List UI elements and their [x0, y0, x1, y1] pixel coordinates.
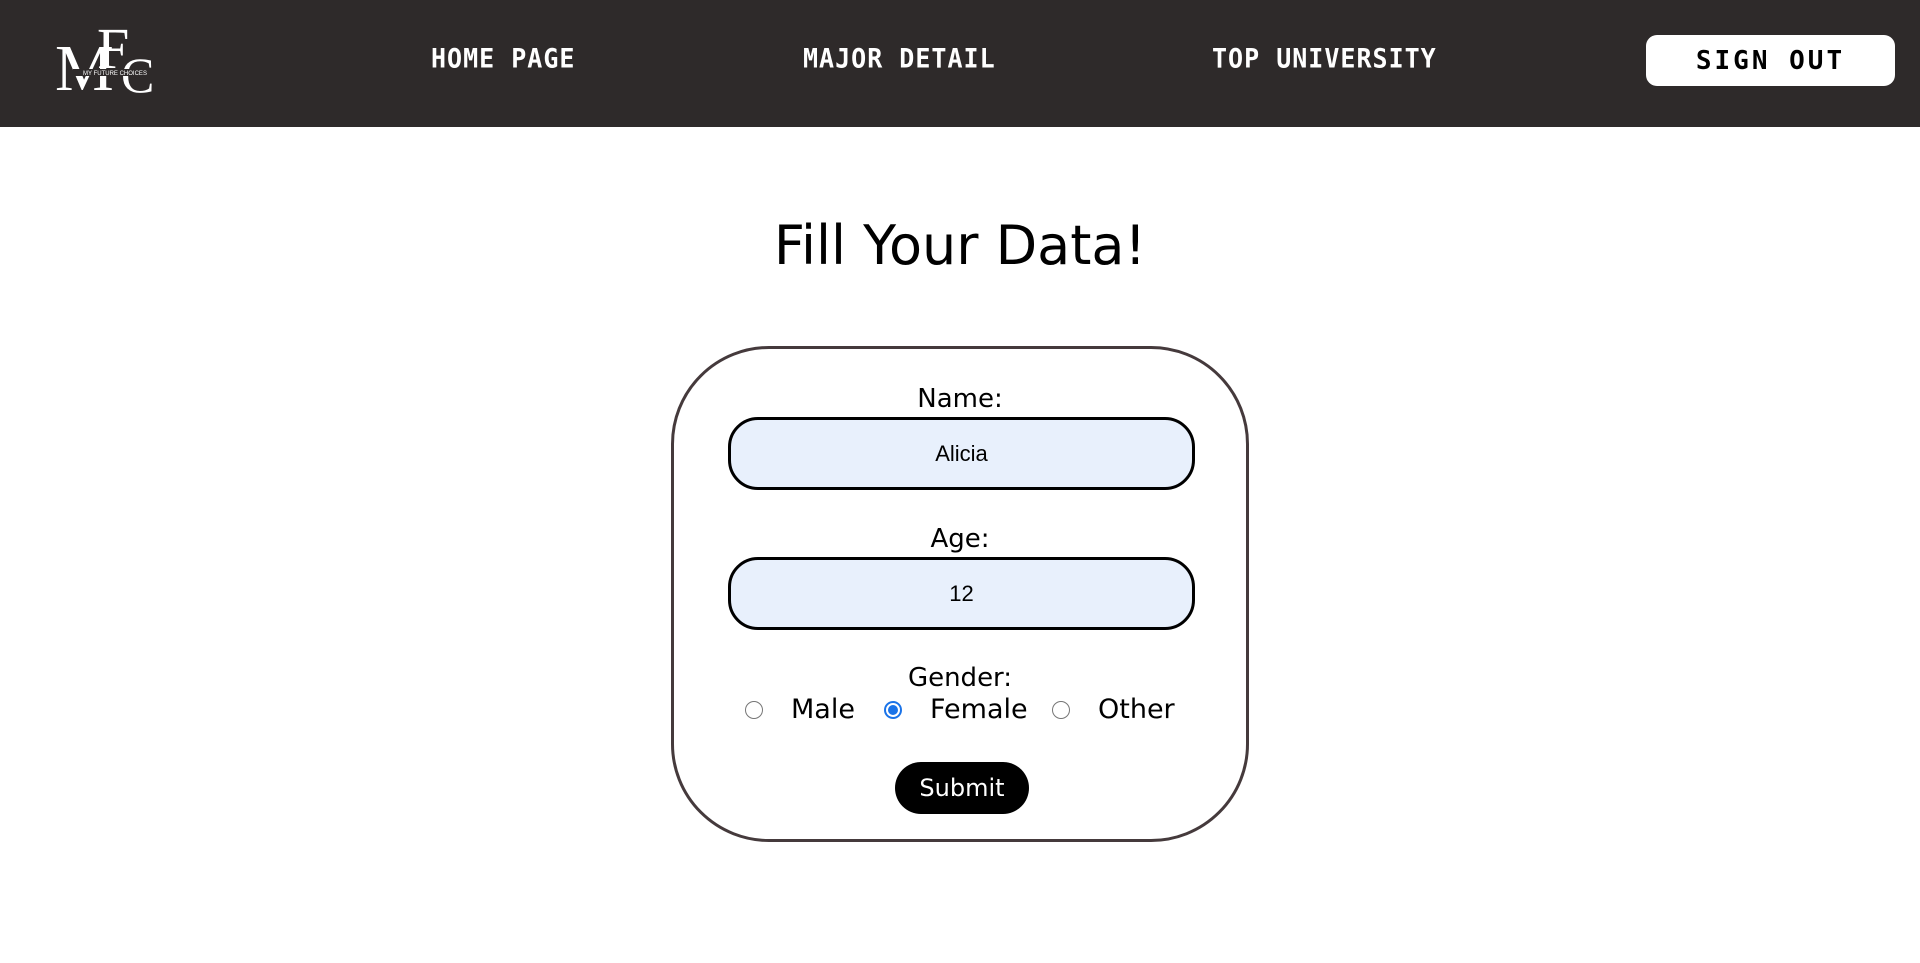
age-input[interactable] — [728, 557, 1195, 630]
name-label: Name: — [917, 384, 1003, 414]
svg-text:MY FUTURE CHOICES: MY FUTURE CHOICES — [83, 71, 147, 77]
gender-option-male-label[interactable]: Male — [791, 693, 855, 727]
submit-button[interactable]: Submit — [895, 762, 1029, 814]
age-label: Age: — [930, 524, 990, 554]
gender-radio-group: Male Female Other — [674, 693, 1246, 729]
gender-radio-other[interactable] — [1052, 701, 1070, 719]
gender-option-female-label[interactable]: Female — [930, 693, 1028, 727]
page-title: Fill Your Data! — [773, 214, 1147, 277]
nav-home-page[interactable]: HOME PAGE — [431, 43, 575, 74]
user-data-form: Name: Age: Gender: Male Female Other Sub… — [671, 346, 1249, 842]
logo-mark-icon: M F C MY FUTURE CHOICES — [55, 20, 157, 96]
gender-radio-female[interactable] — [884, 701, 902, 719]
top-navbar: M F C MY FUTURE CHOICES HOME PAGE MAJOR … — [0, 0, 1920, 127]
brand-logo[interactable]: M F C MY FUTURE CHOICES — [55, 20, 167, 96]
sign-out-button[interactable]: SIGN OUT — [1646, 35, 1895, 86]
gender-label: Gender: — [907, 663, 1013, 693]
gender-option-other-label[interactable]: Other — [1098, 693, 1175, 727]
name-input[interactable] — [728, 417, 1195, 490]
nav-top-university[interactable]: TOP UNIVERSITY — [1212, 43, 1437, 74]
gender-radio-male[interactable] — [745, 701, 763, 719]
nav-major-detail[interactable]: MAJOR DETAIL — [803, 43, 996, 74]
